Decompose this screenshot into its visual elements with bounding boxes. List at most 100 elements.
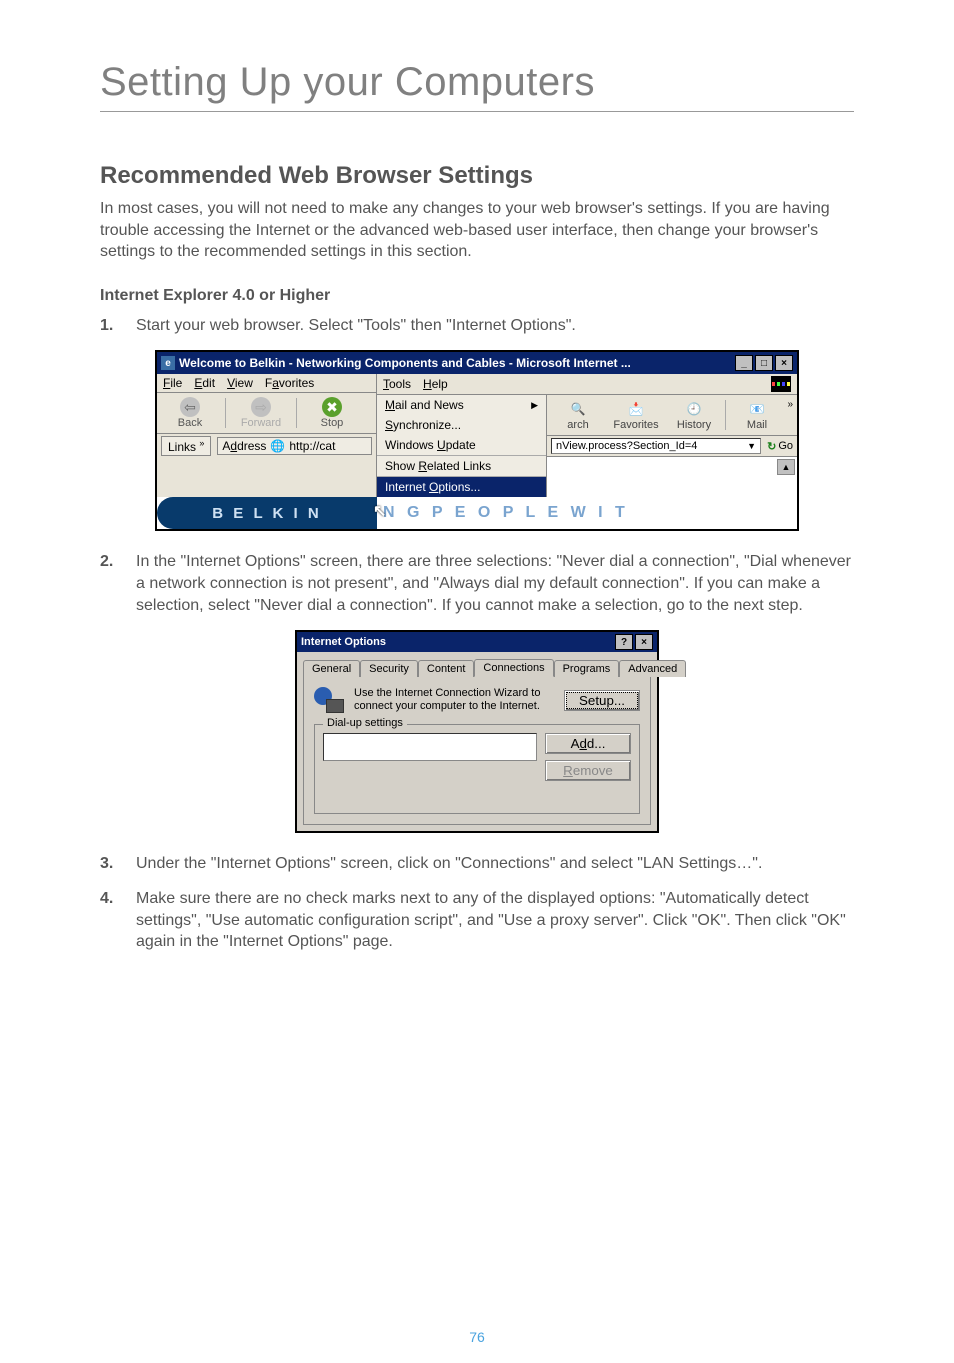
io-tabs: General Security Content Connections Pro…: [297, 652, 657, 676]
mail-button[interactable]: 📧 Mail: [730, 399, 784, 431]
internet-options-dialog: Internet Options ? × General Security Co…: [295, 630, 659, 832]
scroll-up-button[interactable]: ▲: [777, 459, 795, 475]
favorites-button[interactable]: 📩 Favorites: [609, 399, 663, 431]
wizard-text: Use the Internet Connection Wizard to co…: [354, 687, 554, 713]
forward-button: ⇨ Forward: [234, 397, 288, 429]
step-3-text: Under the "Internet Options" screen, cli…: [136, 853, 854, 875]
tab-general[interactable]: General: [303, 660, 360, 677]
go-button[interactable]: ↻ Go: [767, 440, 793, 453]
maximize-button[interactable]: □: [755, 355, 773, 371]
menu-favorites[interactable]: Favorites: [265, 376, 314, 390]
menu-file[interactable]: File: [163, 376, 182, 390]
close-button[interactable]: ×: [775, 355, 793, 371]
ie-titlebar: e Welcome to Belkin - Networking Compone…: [157, 352, 797, 374]
io-title-text: Internet Options: [301, 636, 386, 648]
belkin-logo: B E L K I N: [157, 497, 377, 529]
history-icon: 🕘: [684, 399, 704, 419]
address-field[interactable]: nView.process?Section_Id=4 ▼: [551, 438, 761, 454]
cursor-icon: ↖: [373, 501, 390, 521]
step-1-number: 1.: [100, 315, 122, 337]
menu-edit[interactable]: Edit: [194, 376, 215, 390]
setup-button[interactable]: Setup...: [564, 690, 640, 711]
io-close-button[interactable]: ×: [635, 634, 653, 650]
page-number: 76: [0, 1329, 954, 1345]
dialup-group: Dial-up settings Add... Remove: [314, 724, 640, 814]
divider: [100, 111, 854, 112]
tab-security[interactable]: Security: [360, 660, 418, 677]
forward-label: Forward: [241, 417, 281, 429]
mail-label: Mail: [747, 419, 767, 431]
history-label: History: [677, 419, 711, 431]
favorites-icon: 📩: [626, 399, 646, 419]
remove-button: Remove: [545, 760, 631, 781]
minimize-button[interactable]: _: [735, 355, 753, 371]
chapter-title: Setting Up your Computers: [100, 60, 854, 105]
stop-button[interactable]: ✖ Stop: [305, 397, 359, 429]
belkin-banner: B E L K I N ↖ N G P E O P L E W I T: [157, 497, 797, 529]
search-button[interactable]: 🔍 arch: [551, 399, 605, 431]
history-button[interactable]: 🕘 History: [667, 399, 721, 431]
back-arrow-icon: ⇦: [180, 397, 200, 417]
dialup-legend: Dial-up settings: [323, 717, 407, 729]
step-3: 3. Under the "Internet Options" screen, …: [100, 853, 854, 875]
section-heading: Recommended Web Browser Settings: [100, 162, 854, 190]
menu-synchronize[interactable]: Synchronize...: [377, 415, 546, 435]
favorites-label: Favorites: [613, 419, 658, 431]
step-4-number: 4.: [100, 888, 122, 953]
menu-tools[interactable]: Tools: [383, 377, 411, 391]
dialup-list[interactable]: [323, 733, 537, 761]
stop-label: Stop: [321, 417, 344, 429]
tools-dropdown: Mail and News▶ Synchronize... Windows Up…: [377, 395, 547, 497]
connection-wizard-icon: [314, 687, 344, 713]
stop-icon: ✖: [322, 397, 342, 417]
add-button[interactable]: Add...: [545, 733, 631, 754]
io-titlebar: Internet Options ? ×: [297, 632, 657, 652]
go-icon: ↻: [767, 440, 776, 453]
back-button[interactable]: ⇦ Back: [163, 397, 217, 429]
sub-heading: Internet Explorer 4.0 or Higher: [100, 287, 854, 305]
menu-internet-options[interactable]: Internet Options...: [377, 477, 546, 497]
forward-arrow-icon: ⇨: [251, 397, 271, 417]
step-2-text: In the "Internet Options" screen, there …: [136, 551, 854, 616]
ie-toolbar-left: ⇦ Back ⇨ Forward ✖ Stop: [157, 393, 376, 434]
content-area: ▲: [547, 457, 797, 491]
ie-toolbar-right: 🔍 arch 📩 Favorites 🕘 History: [547, 395, 797, 436]
figure-1: e Welcome to Belkin - Networking Compone…: [100, 350, 854, 531]
go-label: Go: [778, 440, 793, 452]
belkin-tagline: ↖ N G P E O P L E W I T: [377, 497, 797, 529]
address-box[interactable]: Address 🌐 http://cat: [217, 437, 372, 455]
tab-content[interactable]: Content: [418, 660, 475, 677]
intro-paragraph: In most cases, you will not need to make…: [100, 198, 854, 263]
address-bar-right: nView.process?Section_Id=4 ▼ ↻ Go: [547, 436, 797, 457]
back-label: Back: [178, 417, 202, 429]
ie-menubar-left: File Edit View Favorites: [157, 374, 376, 393]
menu-show-related[interactable]: Show Related Links: [377, 456, 546, 477]
dropdown-icon[interactable]: ▼: [747, 441, 756, 451]
step-1: 1. Start your web browser. Select "Tools…: [100, 315, 854, 337]
step-2-number: 2.: [100, 551, 122, 616]
step-2: 2. In the "Internet Options" screen, the…: [100, 551, 854, 616]
ie-window-title: Welcome to Belkin - Networking Component…: [179, 356, 631, 370]
toolbar-overflow-icon[interactable]: »: [787, 399, 793, 410]
io-panel: Use the Internet Connection Wizard to co…: [303, 676, 651, 824]
search-label: arch: [567, 419, 588, 431]
tab-advanced[interactable]: Advanced: [619, 660, 686, 677]
io-help-button[interactable]: ?: [615, 634, 633, 650]
tab-programs[interactable]: Programs: [554, 660, 620, 677]
step-1-text: Start your web browser. Select "Tools" t…: [136, 315, 854, 337]
ie-menubar-right: Tools Help: [377, 374, 797, 395]
ie-links-row: Links » Address 🌐 http://cat: [157, 434, 376, 458]
menu-view[interactable]: View: [227, 376, 253, 390]
step-4: 4. Make sure there are no check marks ne…: [100, 888, 854, 953]
address-value: http://cat: [289, 439, 335, 453]
page-icon: 🌐: [270, 439, 285, 453]
tab-connections[interactable]: Connections: [474, 659, 553, 677]
menu-mail-and-news[interactable]: Mail and News▶: [377, 395, 546, 415]
menu-windows-update[interactable]: Windows Update: [377, 435, 546, 456]
step-4-text: Make sure there are no check marks next …: [136, 888, 854, 953]
throbber-icon: [771, 376, 791, 392]
mail-icon: 📧: [747, 399, 767, 419]
links-button[interactable]: Links »: [161, 436, 211, 456]
address-right-value: nView.process?Section_Id=4: [556, 440, 697, 452]
menu-help[interactable]: Help: [423, 377, 448, 391]
